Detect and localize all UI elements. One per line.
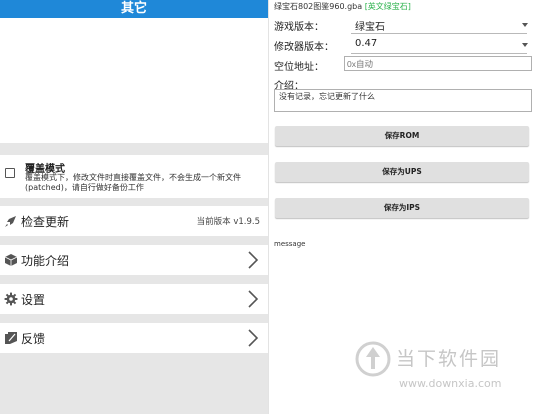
feedback-item[interactable]: 反馈	[0, 323, 268, 353]
divider	[0, 275, 268, 284]
feature-intro-label: 功能介绍	[21, 254, 70, 268]
chevron-right-icon	[248, 329, 259, 347]
game-version-label: 游戏版本：	[274, 22, 324, 33]
filename-tag: [英文绿宝石]	[364, 2, 411, 11]
modifier-version-select[interactable]: 0.47	[355, 38, 377, 49]
box-icon	[4, 254, 18, 266]
divider	[0, 198, 268, 206]
modifier-version-underline	[351, 53, 527, 54]
intro-textarea[interactable]: 没有记录，忘记更新了什么	[274, 89, 532, 112]
divider	[0, 236, 268, 245]
free-address-label: 空位地址：	[274, 62, 324, 73]
intro-text: 没有记录，忘记更新了什么	[279, 92, 375, 101]
filename-text: 绿宝石802图鉴960.gba	[274, 2, 363, 11]
game-version-underline	[351, 33, 527, 34]
check-update-item[interactable]: 检查更新 当前版本 v1.9.5	[0, 206, 268, 236]
overwrite-checkbox[interactable]	[5, 168, 15, 178]
watermark-url: www.downxia.com	[399, 377, 502, 390]
modifier-version-label: 修改器版本：	[274, 42, 334, 53]
divider	[0, 143, 268, 155]
left-panel: 其它 覆盖模式 覆盖模式下，修改文件时直接覆盖文件，不会生成一个新文件(patc…	[0, 0, 269, 414]
bottom-filler	[0, 353, 268, 414]
message-text: message	[274, 240, 306, 248]
overwrite-mode-option[interactable]: 覆盖模式 覆盖模式下，修改文件时直接覆盖文件，不会生成一个新文件(patched…	[0, 155, 268, 198]
feedback-icon	[5, 332, 17, 344]
page-title: 其它	[0, 0, 268, 18]
current-version: 当前版本 v1.9.5	[196, 217, 260, 227]
chevron-right-icon	[248, 290, 259, 308]
watermark-name: 当下软件园	[396, 348, 502, 370]
settings-item[interactable]: 设置	[0, 284, 268, 314]
chevron-down-icon[interactable]	[522, 23, 528, 27]
rocket-icon	[5, 216, 16, 227]
save-rom-button[interactable]: 保存ROM	[275, 126, 529, 146]
gear-icon	[4, 292, 18, 306]
feedback-label: 反馈	[21, 332, 46, 346]
watermark-logo-icon	[355, 341, 391, 377]
save-ups-button[interactable]: 保存为UPS	[275, 162, 529, 182]
game-version-select[interactable]: 绿宝石	[355, 18, 385, 33]
chevron-right-icon	[248, 251, 259, 269]
save-ips-button[interactable]: 保存为IPS	[275, 198, 529, 218]
free-address-input[interactable]	[344, 56, 532, 71]
rom-filename: 绿宝石802图鉴960.gba [英文绿宝石]	[274, 1, 411, 12]
feature-intro-item[interactable]: 功能介绍	[0, 245, 268, 275]
chevron-down-icon[interactable]	[522, 43, 528, 47]
check-update-label: 检查更新	[21, 215, 70, 229]
divider	[0, 314, 268, 323]
settings-label: 设置	[21, 293, 46, 307]
overwrite-description: 覆盖模式下，修改文件时直接覆盖文件，不会生成一个新文件(patched)，请自行…	[25, 173, 241, 192]
